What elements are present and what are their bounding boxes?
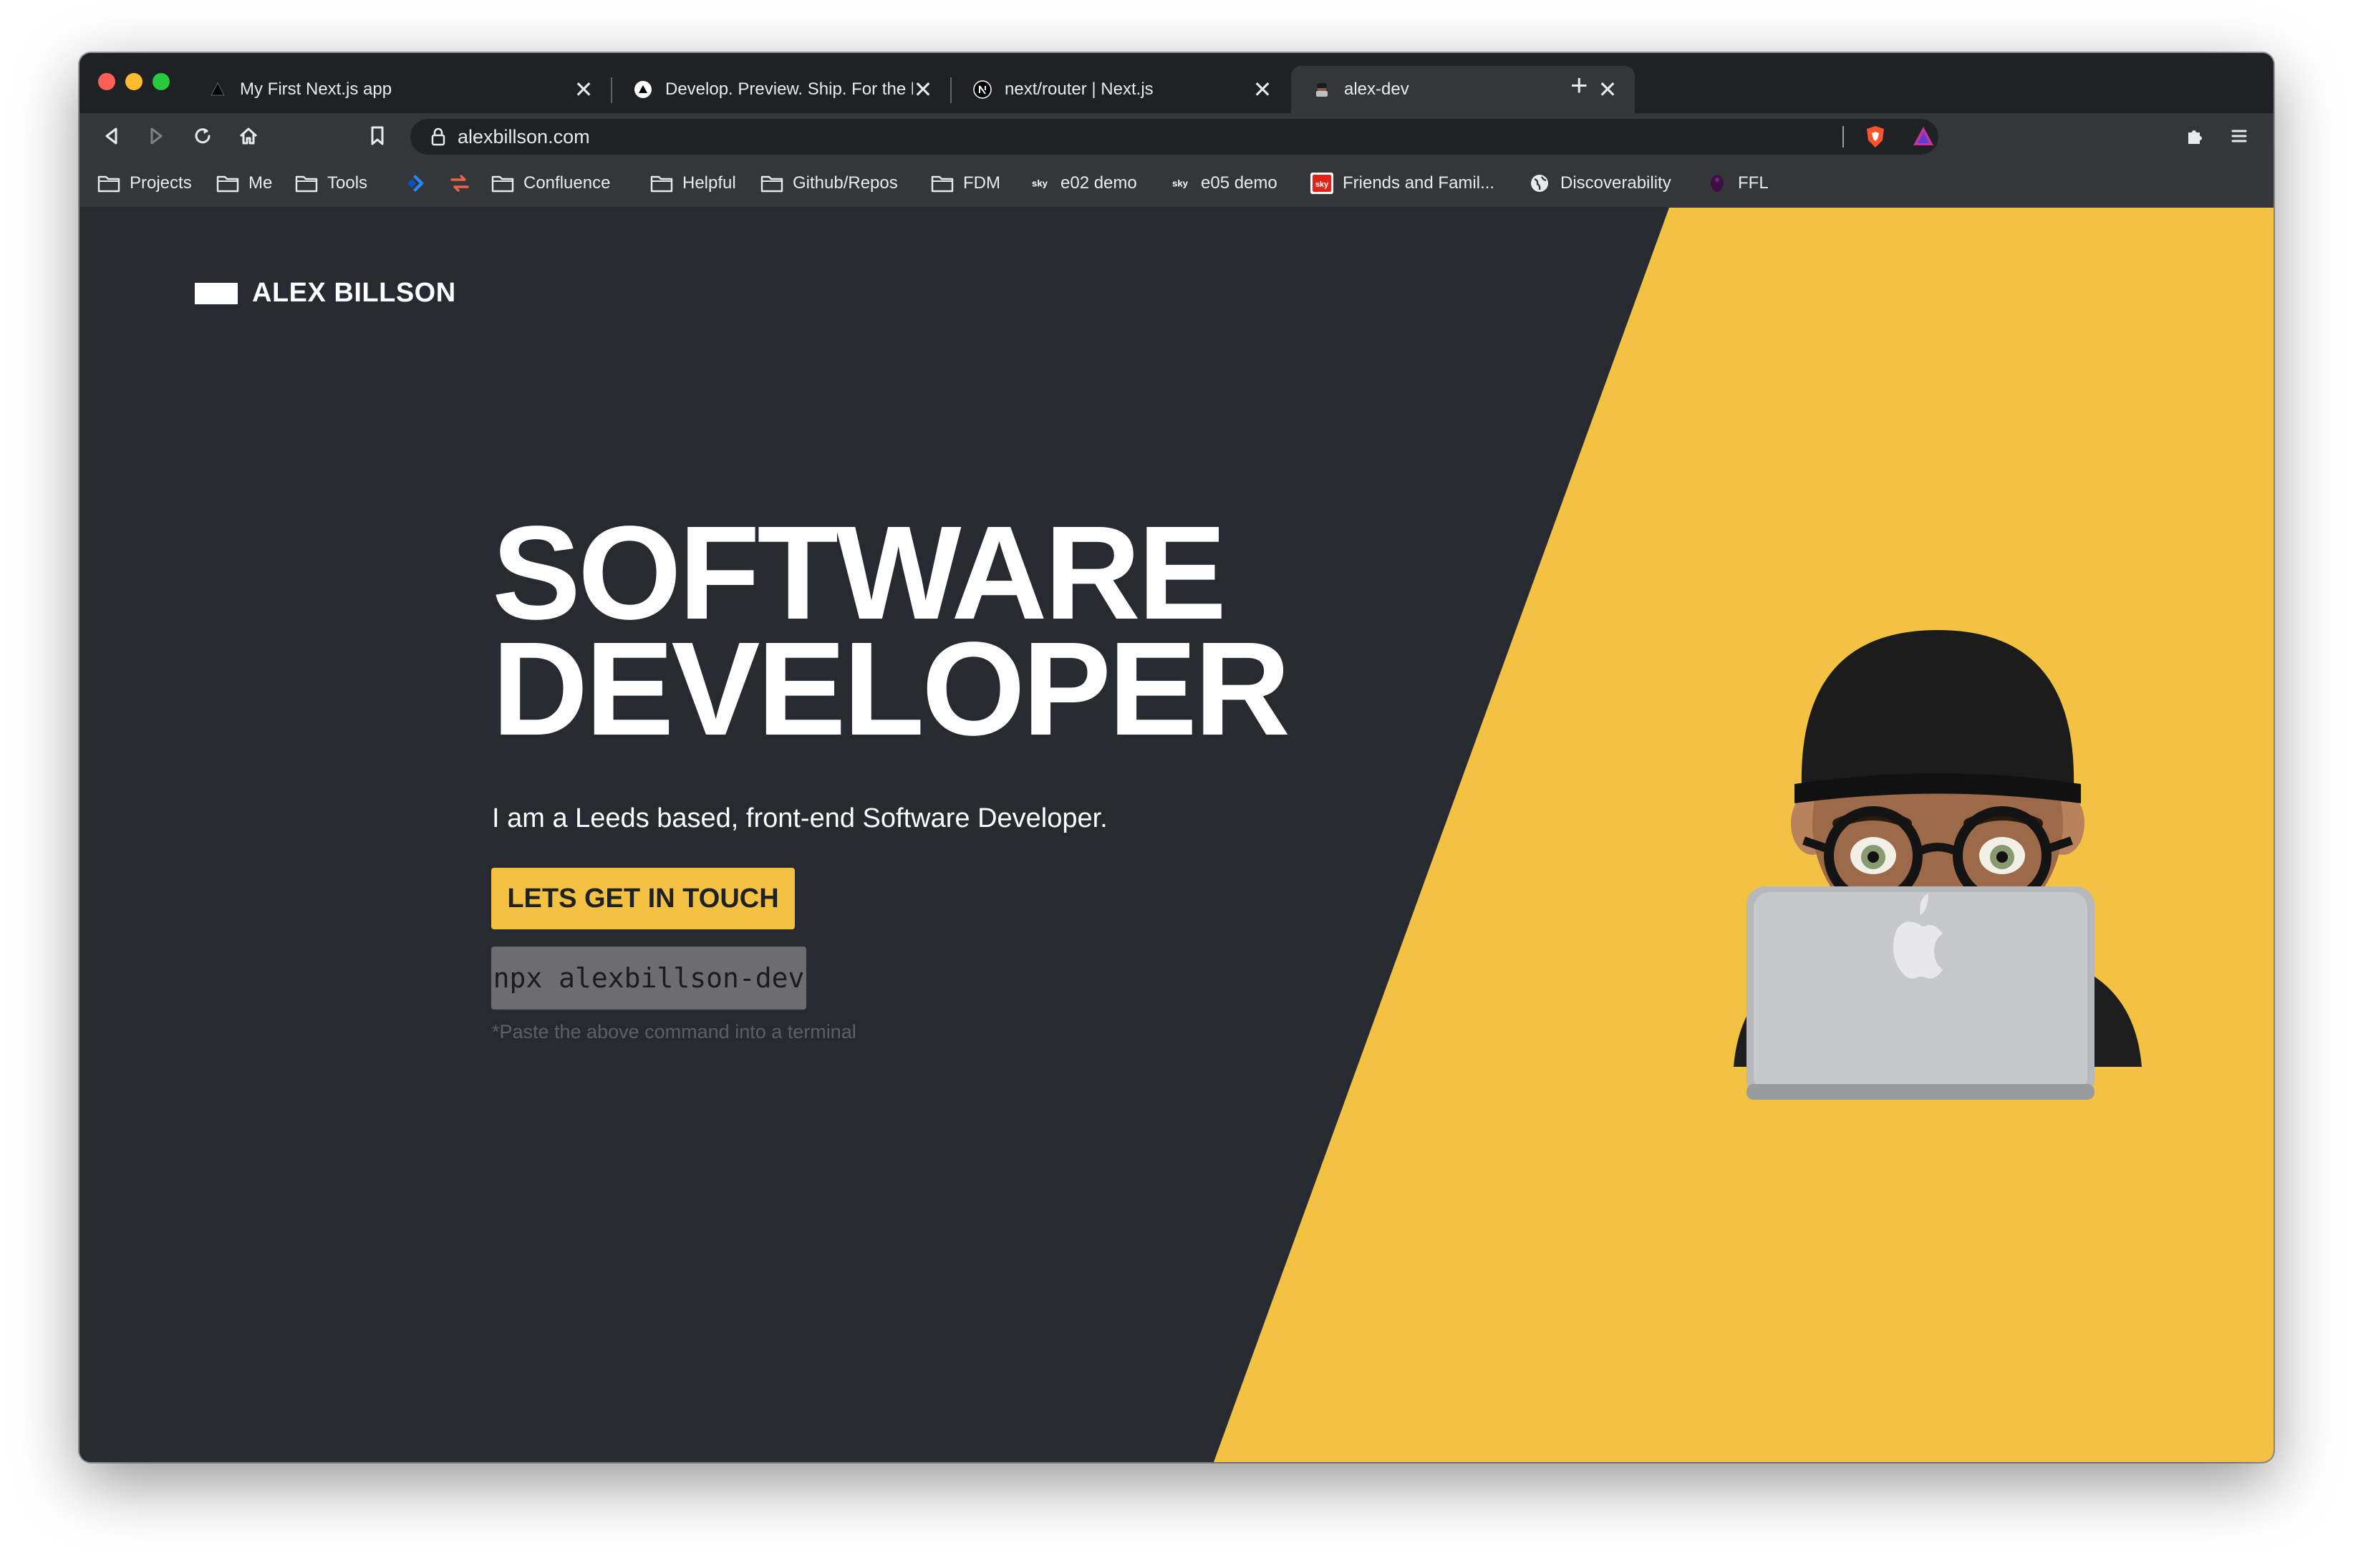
bookmark-item[interactable]: sky e05 demo	[1168, 170, 1277, 196]
url-text[interactable]: alexbillson.com	[458, 126, 590, 148]
back-icon[interactable]	[98, 123, 124, 149]
close-tab-icon[interactable]: ✕	[574, 78, 594, 101]
bookmark-label: Me	[248, 173, 273, 193]
tagline: I am a Leeds based, front-end Software D…	[492, 803, 1108, 833]
logo-mark-icon	[195, 282, 238, 304]
hero-title-line-1: SOFTWARE	[492, 499, 1227, 647]
avatar-favicon-icon	[1313, 80, 1331, 99]
premier-league-icon	[1705, 173, 1729, 194]
sky-icon: sky	[1028, 173, 1052, 194]
npx-command-box[interactable]: npx alexbillson-dev	[491, 947, 806, 1010]
nextjs-icon	[973, 80, 992, 99]
bookmark-label: Github/Repos	[793, 173, 898, 193]
close-tab-icon[interactable]: ✕	[1598, 78, 1618, 101]
brave-rewards-icon[interactable]	[1911, 125, 1936, 151]
bookmark-item[interactable]: Github/Repos	[760, 170, 898, 196]
memoji-avatar-image	[1734, 630, 2142, 1100]
folder-icon	[491, 173, 515, 194]
tab-next-router[interactable]: next/router | Next.js ✕	[952, 66, 1290, 113]
tab-title: My First Next.js app	[240, 79, 392, 99]
bookmark-item[interactable]	[403, 170, 436, 196]
sky-icon: sky	[1168, 173, 1192, 194]
website-page: ALEX BILLSON SOFTWARE DEVELOPER I am a L…	[79, 208, 2274, 1462]
bookmark-item[interactable]: sky e02 demo	[1028, 170, 1137, 196]
globe-icon	[1527, 173, 1552, 194]
bookmark-label: e02 demo	[1060, 173, 1137, 193]
tab-vercel[interactable]: Develop. Preview. Ship. For the be ✕	[612, 66, 950, 113]
site-logo[interactable]: ALEX BILLSON	[195, 278, 456, 309]
tab-title: Develop. Preview. Ship. For the be	[665, 79, 913, 99]
bookmark-item[interactable]: FDM	[930, 170, 1000, 196]
zoom-window-button[interactable]	[153, 73, 170, 90]
tab-title: next/router | Next.js	[1005, 79, 1154, 99]
bookmark-label: FFL	[1738, 173, 1769, 193]
svg-text:sky: sky	[1315, 180, 1329, 189]
address-bar[interactable]: alexbillson.com	[410, 119, 1938, 155]
bookmark-item[interactable]: Tools	[294, 170, 367, 196]
svg-text:sky: sky	[1032, 178, 1048, 189]
close-tab-icon[interactable]: ✕	[913, 78, 933, 101]
close-window-button[interactable]	[98, 73, 115, 90]
folder-icon	[760, 173, 784, 194]
bookmark-item[interactable]: Helpful	[649, 170, 736, 196]
tab-title: alex-dev	[1344, 79, 1409, 99]
sky-red-icon: sky	[1310, 173, 1334, 194]
lock-icon[interactable]	[430, 127, 446, 150]
bookmark-label: Discoverability	[1560, 173, 1671, 193]
bookmark-label: e05 demo	[1201, 173, 1277, 193]
browser-toolbar: alexbillson.com	[79, 113, 2274, 159]
bookmark-label: Helpful	[682, 173, 736, 193]
bookmark-item[interactable]: Me	[216, 170, 272, 196]
command-hint: *Paste the above command into a terminal	[492, 1021, 856, 1042]
bookmark-item[interactable]: Confluence	[491, 170, 610, 196]
hero-title: SOFTWARE DEVELOPER	[492, 499, 1290, 763]
folder-icon	[97, 173, 121, 194]
folder-icon	[930, 173, 955, 194]
bookmark-label: Tools	[327, 173, 368, 193]
folder-icon	[294, 173, 319, 194]
menu-icon[interactable]	[2226, 123, 2252, 149]
extensions-icon[interactable]	[2182, 123, 2208, 149]
home-icon[interactable]	[236, 123, 261, 149]
bookmark-icon[interactable]	[364, 123, 390, 149]
browser-window: My First Next.js app ✕ Develop. Preview.…	[79, 53, 2274, 1462]
bookmark-label: Friends and Famil...	[1343, 173, 1495, 193]
address-divider	[1842, 126, 1844, 147]
svg-text:sky: sky	[1172, 178, 1189, 189]
hero-title-line-2: DEVELOPER	[492, 615, 1290, 763]
bookmark-item[interactable]: Projects	[97, 170, 192, 196]
bookmark-label: Confluence	[523, 173, 611, 193]
bookmark-label: FDM	[963, 173, 1000, 193]
brand-name: ALEX BILLSON	[252, 278, 456, 308]
close-tab-icon[interactable]: ✕	[1252, 78, 1272, 101]
swap-arrows-icon	[448, 173, 472, 194]
triangle-icon	[208, 80, 227, 99]
bookmark-item[interactable]	[448, 170, 480, 196]
minimize-window-button[interactable]	[125, 73, 142, 90]
bookmark-label: Projects	[130, 173, 192, 193]
tab-my-first-nextjs-app[interactable]: My First Next.js app ✕	[187, 66, 611, 113]
folder-icon	[216, 173, 240, 194]
bookmark-item[interactable]: Discoverability	[1527, 170, 1671, 196]
get-in-touch-button[interactable]: LETS GET IN TOUCH	[491, 868, 795, 929]
vercel-icon	[634, 80, 652, 99]
brave-shields-icon[interactable]	[1864, 125, 1887, 153]
tab-strip: My First Next.js app ✕ Develop. Preview.…	[79, 53, 2274, 113]
folder-icon	[649, 173, 674, 194]
forward-icon[interactable]	[144, 123, 170, 149]
bookmarks-bar: Projects Me Tools Confluence Helpful Github/R…	[79, 159, 2274, 208]
bookmark-item[interactable]: sky Friends and Famil...	[1310, 170, 1494, 196]
jira-icon	[403, 173, 427, 194]
reload-icon[interactable]	[190, 123, 216, 149]
bookmark-item[interactable]: FFL	[1705, 170, 1769, 196]
new-tab-button[interactable]: +	[1570, 70, 1588, 100]
window-controls	[98, 73, 170, 90]
